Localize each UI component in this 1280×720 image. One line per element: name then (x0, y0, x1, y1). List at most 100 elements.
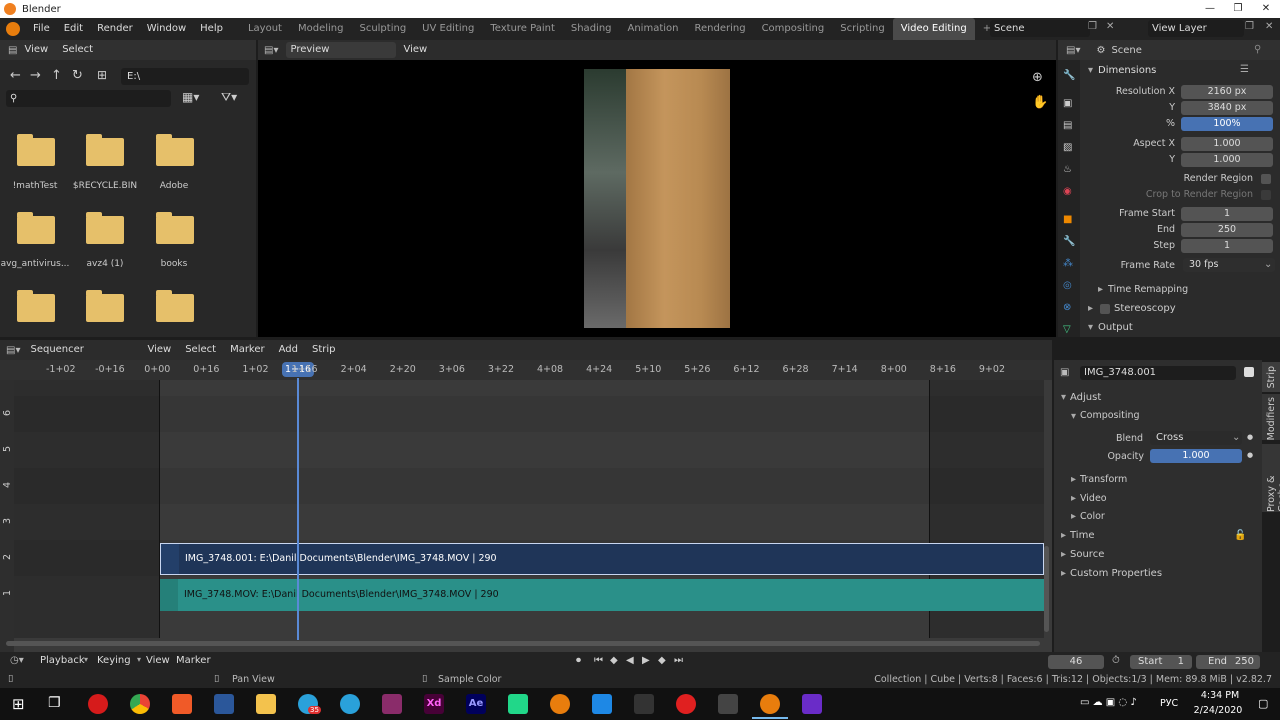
menu-help[interactable]: Help (193, 18, 230, 40)
time-remapping-section[interactable]: Time Remapping (1108, 284, 1188, 295)
unity-icon[interactable] (634, 694, 654, 714)
minimize-button[interactable]: — (1196, 0, 1224, 18)
strip-left-handle[interactable] (160, 579, 178, 611)
dimensions-expand-icon[interactable]: ▾ (1088, 65, 1093, 76)
resolution-y-field[interactable]: 3840 px (1181, 101, 1273, 115)
editor-type-icon[interactable]: ▤▾ (6, 345, 20, 356)
app-icon[interactable] (718, 694, 738, 714)
chrome-icon[interactable] (130, 694, 150, 714)
winrar-icon[interactable] (382, 694, 402, 714)
video-section[interactable]: Video (1080, 493, 1107, 504)
tab-rendering[interactable]: Rendering (686, 18, 753, 40)
clock-time[interactable]: 4:34 PM (1192, 690, 1248, 701)
back-icon[interactable]: ← (10, 68, 21, 83)
stereoscopy-section[interactable]: Stereoscopy (1114, 303, 1176, 314)
folder-icon[interactable] (156, 212, 194, 244)
file-explorer-icon[interactable] (256, 694, 276, 714)
tab-animation[interactable]: Animation (620, 18, 687, 40)
editor-type-icon[interactable]: ▤▾ (264, 45, 278, 56)
source-section[interactable]: Source (1070, 549, 1104, 560)
output-section[interactable]: Output (1098, 322, 1133, 333)
aspect-y-field[interactable]: 1.000 (1181, 153, 1273, 167)
keyframe-dot-icon[interactable]: ● (1247, 451, 1253, 459)
stereoscopy-checkbox[interactable] (1100, 304, 1110, 314)
sequencer-area[interactable]: ▤▾ Sequencer View Select Marker Add Stri… (0, 340, 1052, 652)
seq-menu-view[interactable]: View (140, 339, 178, 361)
pan-hand-icon[interactable]: ✋ (1032, 95, 1048, 110)
source-expand-icon[interactable]: ▸ (1061, 549, 1066, 560)
render-tab-icon[interactable]: ▣ (1063, 98, 1072, 109)
sequencer-mode-dropdown[interactable]: Sequencer (26, 342, 135, 358)
seq-menu-add[interactable]: Add (272, 339, 305, 361)
compositing-section[interactable]: Compositing (1080, 410, 1140, 421)
seq-menu-select[interactable]: Select (178, 339, 223, 361)
copy-scene-icon[interactable]: ❐ (1088, 21, 1097, 32)
end-frame-field[interactable]: End 250 (1196, 655, 1260, 669)
tool-tab-icon[interactable]: 🔧 (1063, 70, 1075, 81)
tab-strip[interactable]: Strip (1262, 362, 1280, 392)
filter-icon[interactable]: ⛛▾ (221, 90, 237, 105)
app-icon[interactable] (676, 694, 696, 714)
seq-menu-marker[interactable]: Marker (223, 339, 272, 361)
opacity-slider[interactable]: 1.000 (1150, 449, 1242, 463)
strip-enable-checkbox[interactable] (1244, 367, 1254, 377)
object-tab-icon[interactable]: ■ (1063, 214, 1072, 225)
frame-step-field[interactable]: 1 (1181, 239, 1273, 253)
parent-dir-icon[interactable]: ↑ (51, 68, 62, 83)
particles-tab-icon[interactable]: ⁂ (1063, 258, 1073, 269)
new-folder-icon[interactable]: ⊞ (97, 68, 107, 82)
vertical-scrollbar[interactable] (1044, 546, 1049, 632)
app-icon[interactable] (508, 694, 528, 714)
menu-file[interactable]: File (26, 18, 57, 40)
video-file-icon[interactable] (802, 694, 822, 714)
strip-img-3748-001[interactable]: IMG_3748.001: E:\Danil Documents\Blender… (160, 543, 1044, 575)
folder-icon[interactable] (17, 134, 55, 166)
resolution-x-field[interactable]: 2160 px (1181, 85, 1273, 99)
forward-icon[interactable]: → (30, 68, 41, 83)
horizontal-scrollbar[interactable] (6, 641, 1040, 646)
seq-menu-strip[interactable]: Strip (305, 339, 343, 361)
lock-icon[interactable]: 🔓 (1234, 530, 1246, 541)
custom-properties-expand-icon[interactable]: ▸ (1061, 568, 1066, 579)
dimensions-section[interactable]: Dimensions (1098, 65, 1156, 76)
tab-sculpting[interactable]: Sculpting (351, 18, 414, 40)
play-reverse-icon[interactable]: ◀ (626, 655, 634, 666)
after-effects-icon[interactable]: Ae (466, 694, 486, 714)
view-layer-selector[interactable]: View Layer (1148, 20, 1244, 37)
channel-3[interactable] (14, 504, 1044, 540)
tab-layout[interactable]: Layout (240, 18, 290, 40)
tray-icons[interactable]: ▭ ☁ ▣ ◌ ♪ (1080, 697, 1137, 708)
channel-4[interactable] (14, 468, 1044, 504)
tab-compositing[interactable]: Compositing (754, 18, 833, 40)
display-mode-icon[interactable]: ▦▾ (182, 90, 199, 104)
folder-label[interactable]: avg_antivirus... (0, 259, 70, 269)
refresh-icon[interactable]: ↻ (72, 68, 83, 83)
output-tab-icon[interactable]: ▤ (1063, 120, 1072, 131)
telegram-icon[interactable] (340, 694, 360, 714)
jump-keyframe-forward-icon[interactable]: ◆ (658, 655, 666, 666)
fb-menu-view[interactable]: View (17, 39, 55, 61)
tab-modifiers[interactable]: Modifiers (1262, 394, 1280, 440)
modifier-tab-icon[interactable]: 🔧 (1063, 236, 1075, 247)
jump-end-icon[interactable]: ⏭ (674, 655, 683, 666)
current-frame-field[interactable]: 46 (1048, 655, 1104, 669)
constraints-tab-icon[interactable]: ⊗ (1063, 302, 1071, 313)
editor-type-icon[interactable]: ▤▾ (1066, 45, 1080, 56)
adjust-section[interactable]: Adjust (1070, 392, 1101, 403)
folder-label[interactable]: avz4 (1) (70, 259, 140, 269)
time-remapping-expand-icon[interactable]: ▸ (1098, 284, 1103, 295)
play-icon[interactable]: ▶ (642, 655, 650, 666)
folder-icon[interactable] (86, 134, 124, 166)
output-expand-icon[interactable]: ▾ (1088, 322, 1093, 333)
world-tab-icon[interactable]: ◉ (1063, 186, 1072, 197)
blender-menu-icon[interactable] (6, 22, 20, 36)
zoom-icon[interactable]: ⊕ (1032, 70, 1043, 85)
record-icon[interactable]: ⏺ (576, 655, 581, 666)
delete-view-layer-icon[interactable]: ✕ (1265, 21, 1273, 32)
keying-menu[interactable]: Keying (90, 651, 138, 671)
render-region-checkbox[interactable] (1261, 174, 1271, 184)
resolution-percent-field[interactable]: 100% (1181, 117, 1273, 131)
copy-view-layer-icon[interactable]: ❐ (1245, 21, 1254, 32)
search-input[interactable]: ⚲ (6, 90, 171, 107)
editor-type-icon[interactable]: ▤ (8, 45, 17, 56)
